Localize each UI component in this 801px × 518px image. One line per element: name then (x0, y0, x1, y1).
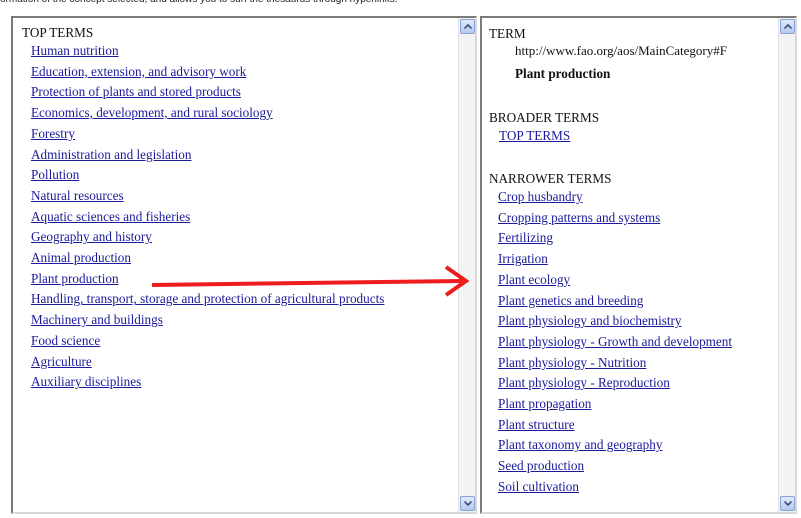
narrower-term-link[interactable]: Plant structure (498, 415, 732, 436)
top-term-link[interactable]: Aquatic sciences and fisheries (31, 207, 384, 228)
top-term-link[interactable]: Education, extension, and advisory work (31, 62, 384, 83)
top-term-link[interactable]: Geography and history (31, 227, 384, 248)
narrower-term-link[interactable]: Plant taxonomy and geography (498, 435, 732, 456)
chevron-down-icon (784, 501, 792, 506)
top-term-link[interactable]: Administration and legislation (31, 145, 384, 166)
broader-term-link[interactable]: TOP TERMS (499, 126, 570, 147)
top-term-link[interactable]: Human nutrition (31, 41, 384, 62)
narrower-terms-heading: NARROWER TERMS (489, 171, 612, 186)
narrower-term-link[interactable]: Cropping patterns and systems (498, 208, 732, 229)
term-detail-panel: TERM http://www.fao.org/aos/MainCategory… (480, 16, 797, 514)
narrower-term-link[interactable]: Plant physiology - Nutrition (498, 353, 732, 374)
top-term-link[interactable]: Auxiliary disciplines (31, 372, 384, 393)
narrower-term-link[interactable]: Crop husbandry (498, 187, 732, 208)
narrower-term-link[interactable]: Plant physiology - Growth and developmen… (498, 332, 732, 353)
right-scroll-up-button[interactable] (780, 19, 795, 34)
narrower-term-link[interactable]: Plant propagation (498, 394, 732, 415)
caption-text: ormation of the concept selected, and al… (0, 0, 801, 8)
narrower-term-link[interactable]: Plant physiology - Reproduction (498, 373, 732, 394)
top-term-link[interactable]: Agriculture (31, 352, 384, 373)
right-scrollbar[interactable] (778, 18, 795, 512)
top-term-link[interactable]: Forestry (31, 124, 384, 145)
right-scroll-track[interactable] (779, 35, 795, 495)
top-term-link[interactable]: Animal production (31, 248, 384, 269)
term-heading: TERM (489, 26, 526, 41)
narrower-term-link[interactable]: Seed production (498, 456, 732, 477)
term-detail-content: TERM http://www.fao.org/aos/MainCategory… (482, 18, 777, 512)
top-term-link[interactable]: Food science (31, 331, 384, 352)
narrower-term-link[interactable]: Plant ecology (498, 270, 732, 291)
narrower-term-link[interactable]: Fertilizing (498, 228, 732, 249)
top-terms-content: TOP TERMS Human nutrition Education, exte… (13, 18, 457, 512)
chevron-up-icon (464, 24, 472, 29)
chevron-down-icon (464, 501, 472, 506)
narrower-term-link[interactable]: Soil cultivation (498, 477, 732, 498)
narrower-terms-list: Crop husbandry Cropping patterns and syst… (498, 187, 732, 498)
left-scroll-track[interactable] (459, 35, 475, 495)
left-scroll-up-button[interactable] (460, 19, 475, 34)
top-term-link[interactable]: Natural resources (31, 186, 384, 207)
top-term-link[interactable]: Handling, transport, storage and protect… (31, 289, 384, 310)
top-term-link[interactable]: Protection of plants and stored products (31, 82, 384, 103)
term-uri: http://www.fao.org/aos/MainCategory#F (515, 43, 727, 58)
top-terms-list: Human nutrition Education, extension, and… (31, 41, 384, 393)
left-scrollbar[interactable] (458, 18, 475, 512)
top-terms-heading: TOP TERMS (22, 25, 94, 40)
narrower-term-link[interactable]: Plant physiology and biochemistry (498, 311, 732, 332)
left-scroll-down-button[interactable] (460, 496, 475, 511)
right-scroll-down-button[interactable] (780, 496, 795, 511)
chevron-up-icon (784, 24, 792, 29)
top-term-link[interactable]: Plant production (31, 269, 384, 290)
top-term-link[interactable]: Machinery and buildings (31, 310, 384, 331)
broader-terms-heading: BROADER TERMS (489, 110, 600, 125)
term-label: Plant production (515, 66, 611, 81)
top-terms-panel: TOP TERMS Human nutrition Education, exte… (11, 16, 477, 514)
top-term-link[interactable]: Pollution (31, 165, 384, 186)
narrower-term-link[interactable]: Plant genetics and breeding (498, 291, 732, 312)
broader-terms-list: TOP TERMS (499, 126, 570, 147)
narrower-term-link[interactable]: Irrigation (498, 249, 732, 270)
top-term-link[interactable]: Economics, development, and rural sociol… (31, 103, 384, 124)
